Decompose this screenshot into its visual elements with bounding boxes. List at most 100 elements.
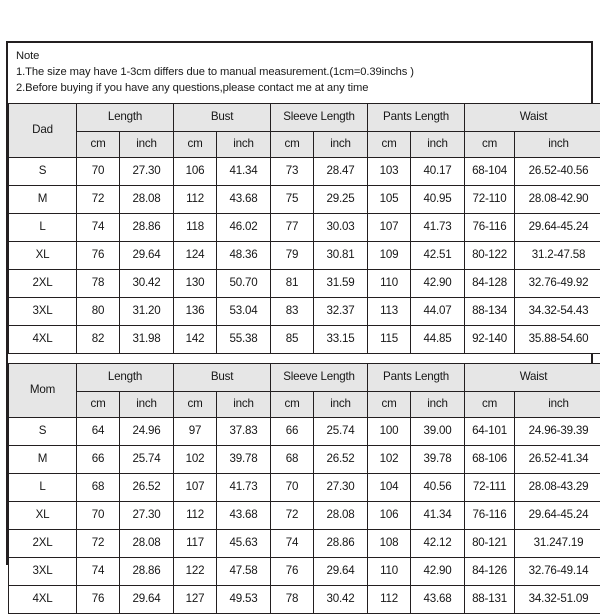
measurement-header-sleeve-length: Sleeve Length bbox=[271, 103, 368, 131]
cell-mom-l-6: 104 bbox=[368, 473, 411, 501]
cell-dad-3xl-2: 136 bbox=[174, 297, 217, 325]
cell-dad-xl-4: 79 bbox=[271, 241, 314, 269]
cell-mom-m-4: 68 bbox=[271, 445, 314, 473]
cell-dad-l-9: 29.64-45.24 bbox=[515, 213, 600, 241]
size-label-m: M bbox=[9, 185, 77, 213]
cell-mom-xl-2: 112 bbox=[174, 501, 217, 529]
cell-mom-3xl-3: 47.58 bbox=[217, 557, 271, 585]
cell-mom-2xl-0: 72 bbox=[77, 529, 120, 557]
cell-mom-4xl-9: 34.32-51.09 bbox=[515, 585, 600, 613]
cell-dad-m-1: 28.08 bbox=[120, 185, 174, 213]
unit-header-cm: cm bbox=[465, 131, 515, 157]
unit-header-inch: inch bbox=[314, 131, 368, 157]
cell-dad-s-6: 103 bbox=[368, 157, 411, 185]
cell-mom-3xl-0: 74 bbox=[77, 557, 120, 585]
measurement-header-waist: Waist bbox=[465, 363, 600, 391]
unit-header-cm: cm bbox=[271, 131, 314, 157]
cell-mom-3xl-8: 84-126 bbox=[465, 557, 515, 585]
cell-dad-l-2: 118 bbox=[174, 213, 217, 241]
cell-mom-4xl-5: 30.42 bbox=[314, 585, 368, 613]
cell-mom-m-2: 102 bbox=[174, 445, 217, 473]
cell-mom-m-9: 26.52-41.34 bbox=[515, 445, 600, 473]
cell-mom-s-0: 64 bbox=[77, 417, 120, 445]
size-tables-host: DadLengthBustSleeve LengthPants LengthWa… bbox=[8, 103, 591, 614]
cell-dad-4xl-5: 33.15 bbox=[314, 325, 368, 353]
unit-header-cm: cm bbox=[77, 131, 120, 157]
cell-mom-l-3: 41.73 bbox=[217, 473, 271, 501]
cell-dad-2xl-2: 130 bbox=[174, 269, 217, 297]
cell-dad-l-7: 41.73 bbox=[411, 213, 465, 241]
cell-dad-l-4: 77 bbox=[271, 213, 314, 241]
table-row: M7228.0811243.687529.2510540.9572-11028.… bbox=[9, 185, 600, 213]
unit-header-cm: cm bbox=[271, 391, 314, 417]
cell-dad-2xl-7: 42.90 bbox=[411, 269, 465, 297]
cell-dad-2xl-4: 81 bbox=[271, 269, 314, 297]
cell-mom-m-3: 39.78 bbox=[217, 445, 271, 473]
cell-dad-xl-1: 29.64 bbox=[120, 241, 174, 269]
cell-mom-3xl-5: 29.64 bbox=[314, 557, 368, 585]
note-title: Note bbox=[16, 49, 591, 65]
cell-mom-l-2: 107 bbox=[174, 473, 217, 501]
cell-mom-s-3: 37.83 bbox=[217, 417, 271, 445]
cell-mom-xl-9: 29.64-45.24 bbox=[515, 501, 600, 529]
cell-dad-m-9: 28.08-42.90 bbox=[515, 185, 600, 213]
size-label-l: L bbox=[9, 213, 77, 241]
note-line-1: 1.The size may have 1-3cm differs due to… bbox=[16, 65, 591, 81]
cell-dad-4xl-3: 55.38 bbox=[217, 325, 271, 353]
cell-dad-s-8: 68-104 bbox=[465, 157, 515, 185]
cell-dad-2xl-0: 78 bbox=[77, 269, 120, 297]
cell-dad-4xl-4: 85 bbox=[271, 325, 314, 353]
cell-mom-xl-4: 72 bbox=[271, 501, 314, 529]
unit-header-inch: inch bbox=[515, 391, 600, 417]
unit-header-row: cminchcminchcminchcminchcminchcminch bbox=[9, 131, 600, 157]
size-label-s: S bbox=[9, 417, 77, 445]
cell-dad-2xl-5: 31.59 bbox=[314, 269, 368, 297]
cell-dad-s-9: 26.52-40.56 bbox=[515, 157, 600, 185]
table-spacer bbox=[8, 354, 591, 361]
measurement-header-pants-length: Pants Length bbox=[368, 103, 465, 131]
cell-dad-l-1: 28.86 bbox=[120, 213, 174, 241]
cell-dad-l-6: 107 bbox=[368, 213, 411, 241]
cell-mom-4xl-3: 49.53 bbox=[217, 585, 271, 613]
size-label-xl: XL bbox=[9, 501, 77, 529]
cell-mom-2xl-9: 31.247.19 bbox=[515, 529, 600, 557]
cell-dad-m-0: 72 bbox=[77, 185, 120, 213]
cell-mom-2xl-4: 74 bbox=[271, 529, 314, 557]
note-block: Note 1.The size may have 1-3cm differs d… bbox=[8, 43, 591, 101]
table-row: 4XL7629.6412749.537830.4211243.6888-1313… bbox=[9, 585, 600, 613]
cell-dad-3xl-6: 113 bbox=[368, 297, 411, 325]
cell-mom-xl-0: 70 bbox=[77, 501, 120, 529]
cell-dad-m-6: 105 bbox=[368, 185, 411, 213]
cell-mom-xl-8: 76-116 bbox=[465, 501, 515, 529]
unit-header-cm: cm bbox=[368, 131, 411, 157]
unit-header-inch: inch bbox=[120, 131, 174, 157]
cell-dad-xl-7: 42.51 bbox=[411, 241, 465, 269]
cell-mom-l-9: 28.08-43.29 bbox=[515, 473, 600, 501]
unit-header-inch: inch bbox=[411, 131, 465, 157]
cell-dad-3xl-7: 44.07 bbox=[411, 297, 465, 325]
size-label-2xl: 2XL bbox=[9, 529, 77, 557]
cell-mom-l-8: 72-111 bbox=[465, 473, 515, 501]
size-label-l: L bbox=[9, 473, 77, 501]
table-row: XL7629.6412448.367930.8110942.5180-12231… bbox=[9, 241, 600, 269]
cell-dad-s-0: 70 bbox=[77, 157, 120, 185]
unit-header-inch: inch bbox=[217, 131, 271, 157]
cell-mom-l-1: 26.52 bbox=[120, 473, 174, 501]
size-label-4xl: 4XL bbox=[9, 585, 77, 613]
cell-mom-s-6: 100 bbox=[368, 417, 411, 445]
cell-dad-2xl-6: 110 bbox=[368, 269, 411, 297]
cell-dad-xl-8: 80-122 bbox=[465, 241, 515, 269]
cell-mom-m-0: 66 bbox=[77, 445, 120, 473]
cell-mom-3xl-6: 110 bbox=[368, 557, 411, 585]
size-label-4xl: 4XL bbox=[9, 325, 77, 353]
cell-mom-m-6: 102 bbox=[368, 445, 411, 473]
cell-dad-3xl-3: 53.04 bbox=[217, 297, 271, 325]
size-label-xl: XL bbox=[9, 241, 77, 269]
cell-dad-3xl-0: 80 bbox=[77, 297, 120, 325]
cell-mom-2xl-3: 45.63 bbox=[217, 529, 271, 557]
cell-dad-4xl-1: 31.98 bbox=[120, 325, 174, 353]
measurement-header-length: Length bbox=[77, 103, 174, 131]
table-row: 2XL7228.0811745.637428.8610842.1280-1213… bbox=[9, 529, 600, 557]
cell-dad-4xl-6: 115 bbox=[368, 325, 411, 353]
measurement-header-row: DadLengthBustSleeve LengthPants LengthWa… bbox=[9, 103, 600, 131]
